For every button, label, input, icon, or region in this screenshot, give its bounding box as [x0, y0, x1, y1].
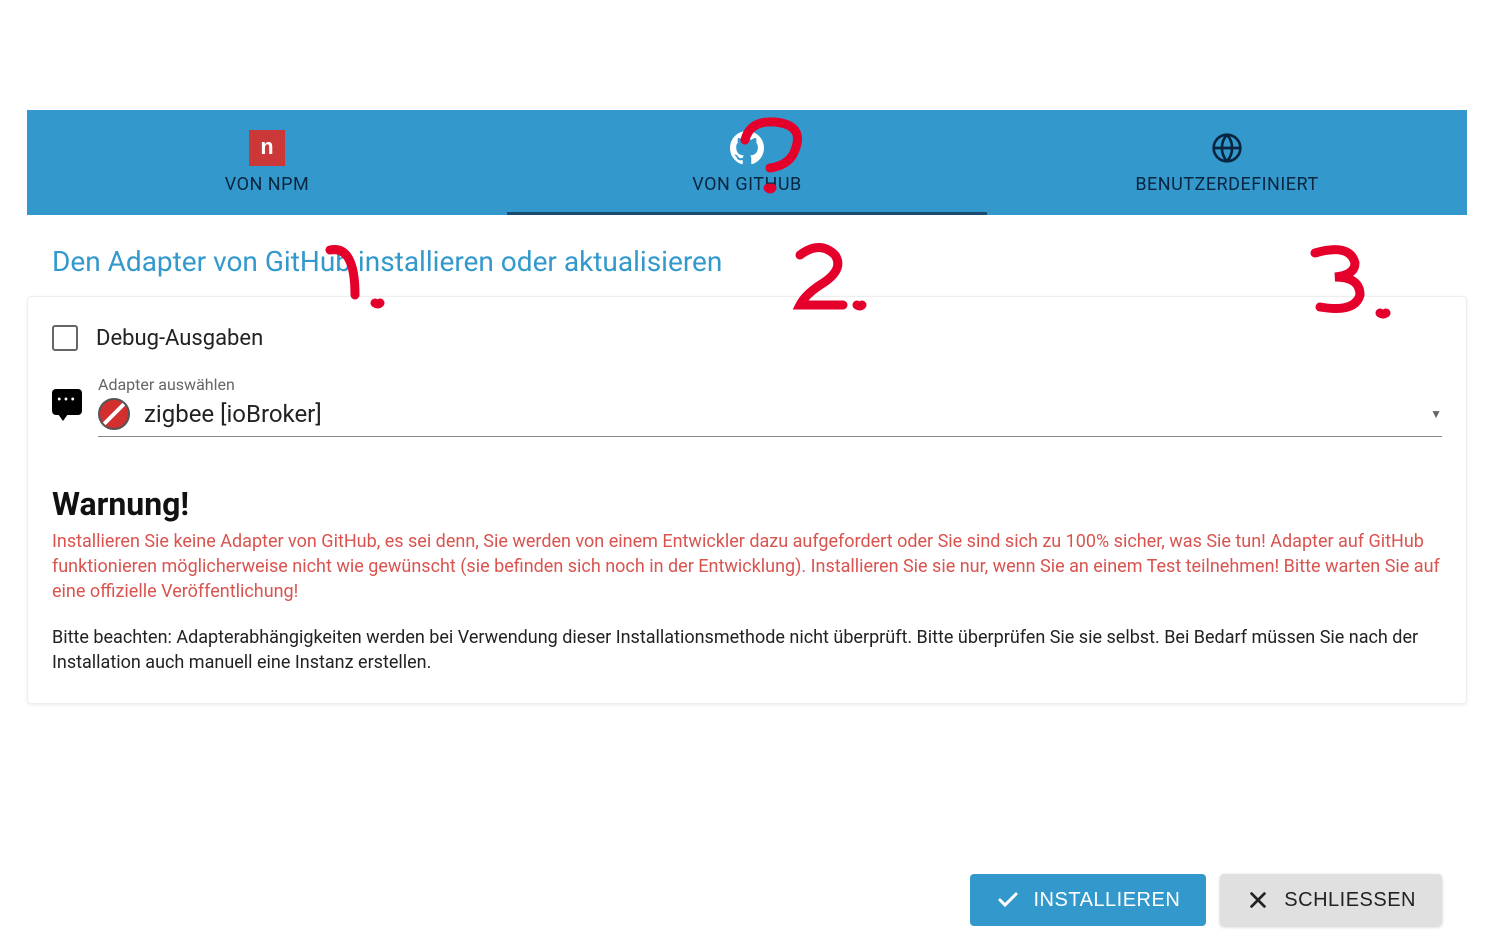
- tab-custom-label: BENUTZERDEFINIERT: [1135, 174, 1318, 195]
- warning-note: Bitte beachten: Adapterabhängigkeiten we…: [52, 625, 1442, 675]
- adapter-select[interactable]: zigbee [ioBroker] ▼: [98, 398, 1442, 437]
- close-button-label: SCHLIESSEN: [1284, 889, 1416, 912]
- chat-icon[interactable]: •••: [52, 389, 82, 415]
- debug-checkbox[interactable]: [52, 325, 78, 351]
- warning-heading: Warnung!: [52, 485, 1442, 523]
- github-icon: [729, 130, 765, 166]
- adapter-select-label: Adapter auswählen: [98, 375, 1442, 394]
- tab-custom[interactable]: BENUTZERDEFINIERT: [987, 110, 1467, 215]
- warning-block: Warnung! Installieren Sie keine Adapter …: [52, 485, 1442, 675]
- npm-icon: n: [249, 130, 285, 166]
- adapter-select-value: zigbee [ioBroker]: [144, 400, 1416, 428]
- install-button[interactable]: INSTALLIEREN: [970, 874, 1207, 926]
- zigbee-icon: [98, 398, 130, 430]
- chevron-down-icon: ▼: [1430, 407, 1442, 421]
- tab-github[interactable]: VON GITHUB: [507, 110, 987, 215]
- footer-actions: INSTALLIEREN SCHLIESSEN: [970, 874, 1443, 926]
- page-title: Den Adapter von GitHub installieren oder…: [52, 245, 1442, 278]
- install-button-label: INSTALLIEREN: [1034, 889, 1181, 912]
- adapter-select-area: ••• Adapter auswählen zigbee [ioBroker] …: [98, 375, 1442, 437]
- debug-row: Debug-Ausgaben: [52, 325, 1442, 351]
- tab-npm-label: VON NPM: [225, 174, 309, 195]
- tab-github-label: VON GITHUB: [692, 174, 801, 195]
- close-button[interactable]: SCHLIESSEN: [1220, 874, 1442, 926]
- tab-npm[interactable]: n VON NPM: [27, 110, 507, 215]
- debug-label: Debug-Ausgaben: [96, 326, 263, 351]
- close-icon: [1246, 888, 1270, 912]
- globe-icon: [1209, 130, 1245, 166]
- content-card: Debug-Ausgaben ••• Adapter auswählen zig…: [27, 296, 1467, 704]
- tab-bar: n VON NPM VON GITHUB BENUTZERDEFINIERT: [27, 110, 1467, 215]
- check-icon: [996, 888, 1020, 912]
- warning-body: Installieren Sie keine Adapter von GitHu…: [52, 529, 1442, 605]
